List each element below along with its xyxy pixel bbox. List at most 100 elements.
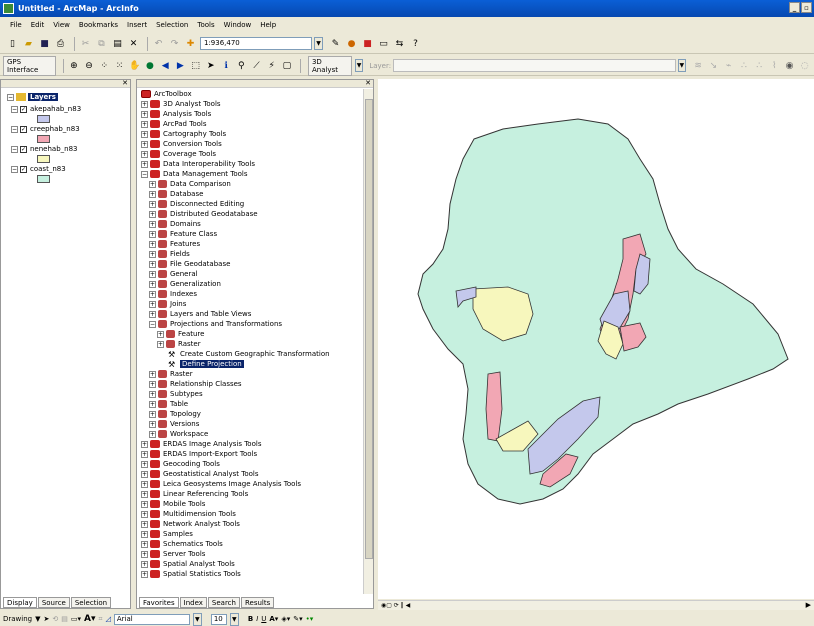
paste-icon[interactable]: ▤	[111, 37, 124, 50]
toolbox-item[interactable]: − Projections and Transformations	[149, 319, 282, 329]
expand-icon[interactable]: +	[149, 250, 156, 258]
analyst-dropdown-icon[interactable]: ▼	[354, 59, 364, 72]
layer-symbol-swatch[interactable]	[37, 135, 50, 143]
toolbox-item[interactable]: + Mobile Tools	[141, 499, 205, 509]
toolbox-tab-favorites[interactable]: Favorites	[139, 597, 179, 608]
toolbox-tab-index[interactable]: Index	[179, 597, 207, 608]
toolbox-item[interactable]: + Generalization	[149, 279, 221, 289]
command-line-icon[interactable]: ▭	[377, 37, 390, 50]
layer-visibility-checkbox[interactable]: ✓	[20, 145, 27, 153]
layers-root[interactable]: − Layers	[7, 92, 58, 102]
toc-tab-source[interactable]: Source	[37, 597, 70, 608]
select-elements-icon[interactable]: ➤	[205, 59, 217, 72]
menu-edit[interactable]: Edit	[31, 21, 45, 29]
expand-icon[interactable]: +	[149, 200, 156, 208]
expand-icon[interactable]: +	[149, 300, 156, 308]
toolbox-scrollbar[interactable]	[363, 89, 373, 594]
zoom-out-icon[interactable]: ⊖	[83, 59, 95, 72]
layer-select[interactable]	[393, 59, 676, 72]
layer-visibility-checkbox[interactable]: ✓	[20, 125, 27, 133]
back-extent-icon[interactable]: ◀	[159, 59, 171, 72]
menu-selection[interactable]: Selection	[156, 21, 188, 29]
collapse-icon[interactable]: −	[7, 93, 14, 101]
toolbox-item[interactable]: + ERDAS Import-Export Tools	[141, 449, 257, 459]
identify-icon[interactable]: ℹ	[220, 59, 232, 72]
layer-visibility-checkbox[interactable]: ✓	[20, 105, 27, 113]
collapse-icon[interactable]: −	[11, 125, 18, 133]
callout-icon[interactable]: ⌗	[99, 615, 103, 624]
expand-icon[interactable]: +	[141, 450, 148, 458]
font-name-input[interactable]: Arial	[113, 613, 190, 625]
map-horizontal-scrollbar[interactable]: ◉▢ ⟳ ‖ ◀ ▶	[378, 600, 814, 610]
font-color-icon[interactable]: A▾	[269, 615, 278, 623]
model-builder-icon[interactable]: ⇆	[393, 37, 406, 50]
toolbox-item[interactable]: + Subtypes	[149, 389, 203, 399]
toolbox-item[interactable]: + Spatial Analyst Tools	[141, 559, 235, 569]
toolbox-item[interactable]: + Feature Class	[149, 229, 217, 239]
steepest-path-icon[interactable]: ↘	[707, 59, 719, 72]
italic-icon[interactable]: I	[256, 615, 258, 623]
menu-view[interactable]: View	[53, 21, 70, 29]
3d-analyst-menu[interactable]: 3D Analyst	[307, 55, 352, 76]
bold-icon[interactable]: B	[248, 615, 253, 623]
layer-symbol-swatch[interactable]	[37, 175, 50, 183]
measure-icon[interactable]: ⟋	[250, 59, 262, 72]
layout-view-icons[interactable]: ◉▢ ⟳ ‖ ◀	[381, 602, 410, 609]
expand-icon[interactable]: +	[141, 490, 148, 498]
find-icon[interactable]: ⚲	[235, 59, 247, 72]
layer-symbol-swatch[interactable]	[37, 155, 50, 163]
expand-icon[interactable]: +	[141, 520, 148, 528]
expand-icon[interactable]: +	[141, 480, 148, 488]
toolbox-item[interactable]: + Data Interoperability Tools	[141, 159, 255, 169]
toolbox-item[interactable]: + Coverage Tools	[141, 149, 216, 159]
line-of-sight-icon[interactable]: ⌁	[723, 59, 735, 72]
rotate-icon[interactable]: ⟲	[52, 615, 58, 623]
minimize-button[interactable]: _	[789, 2, 800, 13]
html-popup-icon[interactable]: ▢	[281, 59, 293, 72]
toolbox-item[interactable]: +3D Analyst Tools	[141, 99, 221, 109]
arcscene-icon[interactable]: ◉	[783, 59, 795, 72]
expand-icon[interactable]: +	[149, 290, 156, 298]
copy-icon[interactable]: ⧉	[95, 37, 108, 50]
fixed-zoom-in-icon[interactable]: ⁘	[98, 59, 110, 72]
expand-icon[interactable]: +	[149, 380, 156, 388]
toc-layer-creephab_n83[interactable]: − ✓ creephab_n83	[11, 124, 80, 134]
toolbox-item[interactable]: + Schematics Tools	[141, 539, 223, 549]
line-color-icon[interactable]: ✎▾	[293, 615, 302, 623]
forward-extent-icon[interactable]: ▶	[174, 59, 186, 72]
print-icon[interactable]: ⎙	[54, 37, 67, 50]
expand-icon[interactable]: −	[149, 320, 156, 328]
toolbox-tab-search[interactable]: Search	[207, 597, 240, 608]
expand-icon[interactable]: +	[149, 270, 156, 278]
profile-graph-icon[interactable]: ⌇	[768, 59, 780, 72]
new-text-icon[interactable]: A▾	[84, 614, 95, 624]
expand-icon[interactable]: +	[149, 390, 156, 398]
drawing-menu[interactable]: Drawing	[3, 615, 32, 623]
expand-icon[interactable]: +	[141, 510, 148, 518]
toolbox-item[interactable]: + Table	[149, 399, 188, 409]
layer-visibility-checkbox[interactable]: ✓	[20, 165, 27, 173]
toolbox-item[interactable]: + Server Tools	[141, 549, 205, 559]
editor-toolbar-icon[interactable]: ✎	[329, 37, 342, 50]
menu-help[interactable]: Help	[260, 21, 276, 29]
undo-icon[interactable]: ↶	[152, 37, 165, 50]
toolbox-item[interactable]: + File Geodatabase	[149, 259, 230, 269]
toolbox-item[interactable]: + Analysis Tools	[141, 109, 211, 119]
expand-icon[interactable]: +	[141, 570, 148, 578]
menu-insert[interactable]: Insert	[127, 21, 147, 29]
font-dropdown-icon[interactable]: ▼	[192, 612, 202, 626]
expand-icon[interactable]: +	[141, 110, 148, 118]
expand-icon[interactable]: +	[149, 370, 156, 378]
expand-icon[interactable]: +	[149, 240, 156, 248]
full-extent-icon[interactable]: ●	[144, 59, 156, 72]
toolbox-item[interactable]: + General	[149, 269, 198, 279]
menu-tools[interactable]: Tools	[197, 21, 214, 29]
expand-icon[interactable]: +	[157, 330, 164, 338]
toolbox-item[interactable]: + Joins	[149, 299, 186, 309]
expand-icon[interactable]: +	[141, 470, 148, 478]
expand-icon[interactable]: +	[149, 430, 156, 438]
close-toc-icon[interactable]: ✕	[122, 79, 128, 87]
menu-window[interactable]: Window	[224, 21, 252, 29]
rectangle-icon[interactable]: ▭▾	[71, 615, 81, 623]
toolbox-item[interactable]: + Data Comparison	[149, 179, 231, 189]
